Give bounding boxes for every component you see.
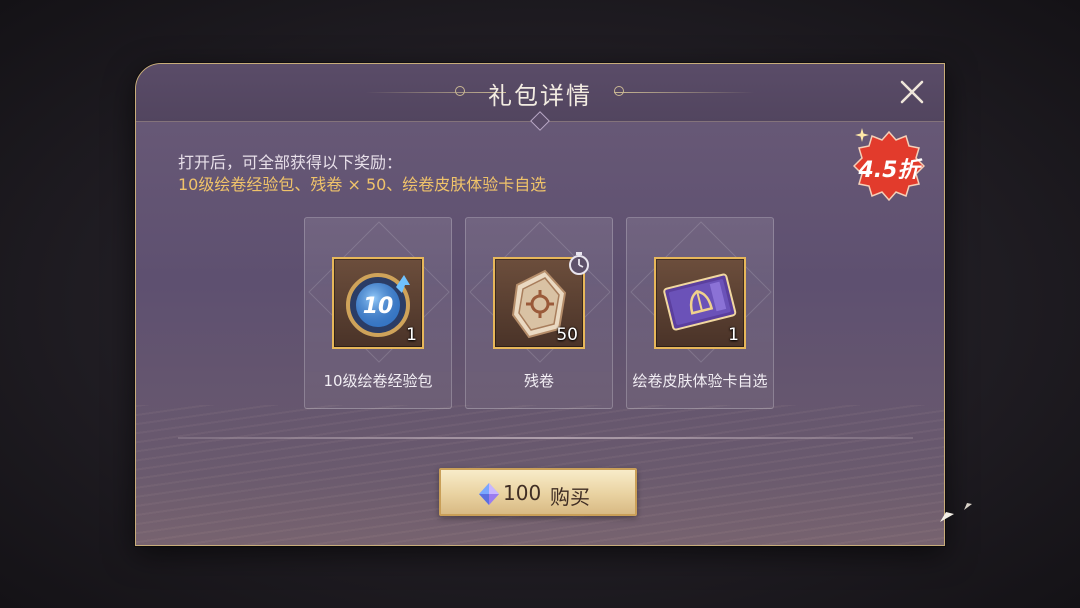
crystal-gem-icon: [479, 483, 499, 505]
svg-text:10: 10: [363, 294, 394, 319]
sparkle-icon: [964, 503, 972, 510]
title-ornament-dot-right: [614, 86, 624, 96]
item-count: 1: [406, 325, 417, 345]
intro-text: 打开后，可全部获得以下奖励：: [178, 153, 403, 172]
sparkle-icon: [940, 512, 954, 522]
buy-button[interactable]: 100 购买: [439, 468, 637, 516]
close-icon[interactable]: [898, 78, 926, 106]
discount-badge: 4.5折: [852, 128, 926, 202]
item-count: 1: [728, 325, 739, 345]
item-name: 绘卷皮肤体验卡自选: [632, 372, 768, 390]
discount-badge-text: 4.5折: [858, 158, 920, 183]
item-name: 10级绘卷经验包: [323, 372, 433, 390]
buy-label: 购买: [550, 485, 590, 509]
rewards-summary: 10级绘卷经验包、残卷 × 50、绘卷皮肤体验卡自选: [178, 175, 547, 194]
buy-price: 100: [503, 481, 542, 505]
timer-icon: [569, 252, 589, 275]
item-count: 50: [556, 325, 578, 345]
sparkle-icon: [855, 128, 869, 142]
reward-card-exp-pack[interactable]: 10 1 10级绘卷经验包: [304, 217, 452, 409]
reward-card-scroll-fragment[interactable]: 50 残卷: [465, 217, 613, 409]
content-divider: [178, 437, 913, 439]
item-frame: 10 1: [332, 257, 424, 349]
title-ornament-right: [614, 92, 754, 93]
item-name: 残卷: [523, 372, 554, 390]
item-frame: 1: [654, 257, 746, 349]
dialog-title: 礼包详情: [488, 82, 592, 110]
reward-card-skin-trial[interactable]: 1 绘卷皮肤体验卡自选: [626, 217, 774, 409]
